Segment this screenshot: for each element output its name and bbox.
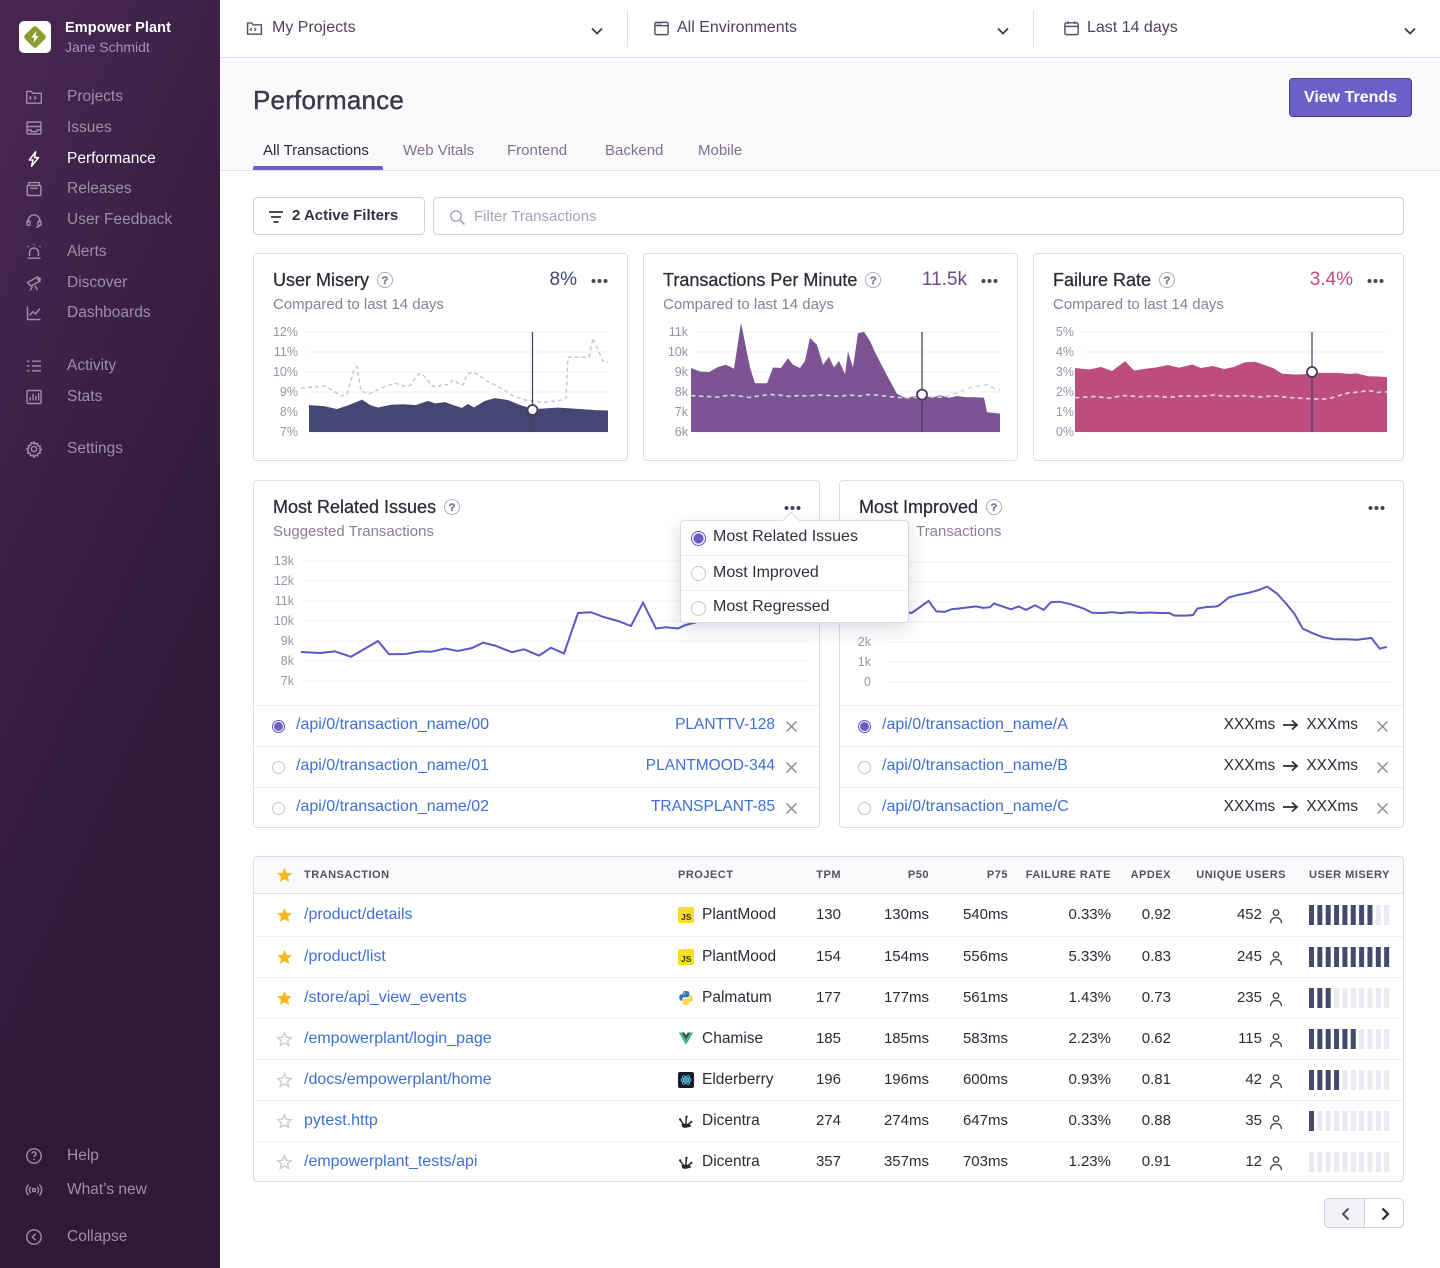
svg-text:9k: 9k xyxy=(675,365,689,379)
svg-text:4%: 4% xyxy=(1056,345,1074,359)
svg-text:10%: 10% xyxy=(273,365,298,379)
svg-text:8%: 8% xyxy=(280,405,298,419)
svg-text:2%: 2% xyxy=(1056,385,1074,399)
svg-text:9%: 9% xyxy=(280,385,298,399)
svg-text:2k: 2k xyxy=(858,635,872,649)
svg-text:13k: 13k xyxy=(274,554,295,568)
svg-text:0%: 0% xyxy=(1056,425,1074,439)
svg-text:JS: JS xyxy=(681,954,692,964)
svg-text:JS: JS xyxy=(681,912,692,922)
svg-text:7k: 7k xyxy=(281,674,295,688)
svg-text:8k: 8k xyxy=(675,385,689,399)
svg-text:11k: 11k xyxy=(275,594,295,608)
svg-text:7k: 7k xyxy=(675,405,689,419)
svg-text:12%: 12% xyxy=(273,325,298,339)
svg-text:11k: 11k xyxy=(669,325,689,339)
svg-text:3%: 3% xyxy=(1056,365,1074,379)
svg-text:8k: 8k xyxy=(281,654,295,668)
svg-text:10k: 10k xyxy=(274,614,295,628)
svg-text:6k: 6k xyxy=(675,425,689,439)
svg-text:1%: 1% xyxy=(1056,405,1074,419)
svg-text:5%: 5% xyxy=(1056,325,1074,339)
svg-text:12k: 12k xyxy=(274,574,295,588)
svg-text:7%: 7% xyxy=(280,425,298,439)
svg-text:1k: 1k xyxy=(858,655,872,669)
svg-text:10k: 10k xyxy=(668,345,689,359)
svg-text:0: 0 xyxy=(864,675,871,689)
svg-text:11%: 11% xyxy=(274,345,298,359)
svg-text:9k: 9k xyxy=(281,634,295,648)
